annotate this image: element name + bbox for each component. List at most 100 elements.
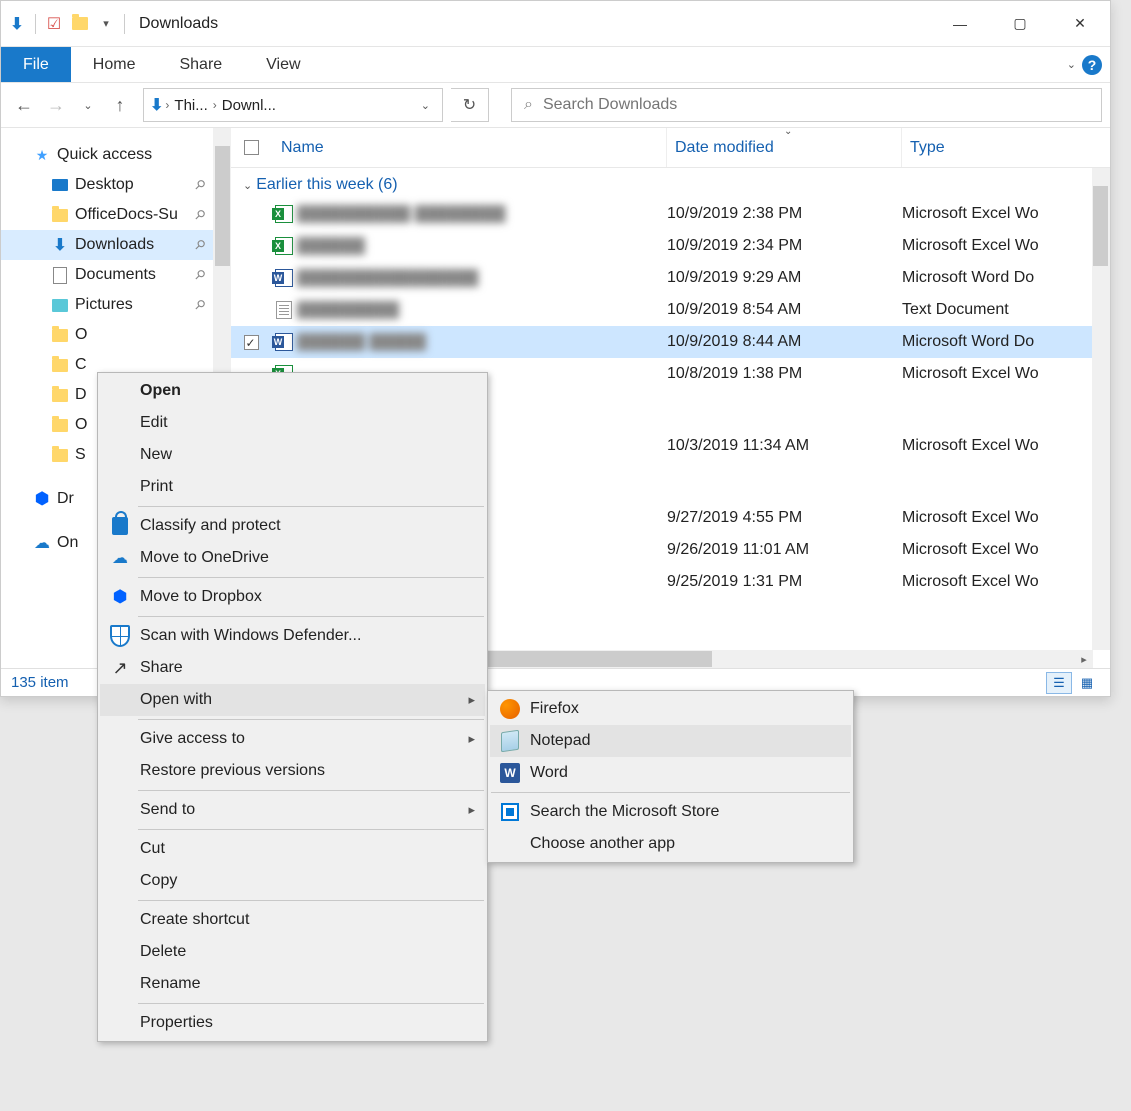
scroll-right-icon[interactable]: ▸ xyxy=(1075,650,1093,668)
tab-home[interactable]: Home xyxy=(71,47,158,82)
folder-icon xyxy=(51,446,69,464)
sort-indicator-icon: ⌄ xyxy=(784,126,792,137)
search-box[interactable]: ⌕ xyxy=(511,88,1102,122)
chevron-right-icon[interactable]: › xyxy=(211,98,219,112)
submenu-store[interactable]: Search the Microsoft Store xyxy=(490,796,851,828)
ctx-move-dropbox[interactable]: ⬢Move to Dropbox xyxy=(100,581,485,613)
sidebar-item-downloads[interactable]: ⬇ Downloads ⚲ xyxy=(1,230,231,260)
submenu-choose-app[interactable]: Choose another app xyxy=(490,828,851,860)
ctx-copy[interactable]: Copy xyxy=(100,865,485,897)
ribbon-expand-icon[interactable]: ⌄ xyxy=(1067,58,1076,71)
column-name[interactable]: Name xyxy=(271,139,666,157)
ctx-create-shortcut[interactable]: Create shortcut xyxy=(100,904,485,936)
sidebar-item-officedocs[interactable]: OfficeDocs-Su ⚲ xyxy=(1,200,231,230)
sidebar-label: Desktop xyxy=(75,176,134,194)
file-row[interactable]: ██████████ ████████10/9/2019 2:38 PMMicr… xyxy=(231,198,1110,230)
back-button[interactable]: ← xyxy=(13,95,35,116)
ctx-restore-versions[interactable]: Restore previous versions xyxy=(100,755,485,787)
file-row[interactable]: ██████10/9/2019 2:34 PMMicrosoft Excel W… xyxy=(231,230,1110,262)
firefox-icon xyxy=(499,698,521,720)
ctx-send-to[interactable]: Send to▸ xyxy=(100,794,485,826)
column-type[interactable]: Type xyxy=(901,128,1110,167)
select-all-checkbox[interactable] xyxy=(231,140,271,155)
file-name: ██████ █████ xyxy=(297,333,667,351)
chevron-right-icon: ▸ xyxy=(468,692,475,708)
sidebar-item-documents[interactable]: Documents ⚲ xyxy=(1,260,231,290)
scrollbar-thumb[interactable] xyxy=(215,146,230,266)
file-row[interactable]: ████████████████10/9/2019 9:29 AMMicroso… xyxy=(231,262,1110,294)
file-date: 10/9/2019 8:44 AM xyxy=(667,333,902,351)
file-type-icon xyxy=(271,205,297,223)
group-header[interactable]: ⌄ Earlier this week (6) xyxy=(231,168,1110,198)
ctx-scan-defender[interactable]: Scan with Windows Defender... xyxy=(100,620,485,652)
ctx-rename[interactable]: Rename xyxy=(100,968,485,1000)
minimize-button[interactable]: — xyxy=(930,1,990,47)
ribbon-tabs: File Home Share View ⌄ ? xyxy=(1,47,1110,83)
history-dropdown-icon[interactable]: ⌄ xyxy=(77,99,99,112)
breadcrumb-root[interactable]: Thi... xyxy=(171,97,210,114)
ctx-open-with[interactable]: Open with▸ xyxy=(100,684,485,716)
folder-icon xyxy=(51,356,69,374)
submenu-notepad[interactable]: Notepad xyxy=(490,725,851,757)
ctx-edit[interactable]: Edit xyxy=(100,407,485,439)
close-button[interactable]: ✕ xyxy=(1050,1,1110,47)
sidebar-item-desktop[interactable]: Desktop ⚲ xyxy=(1,170,231,200)
forward-button[interactable]: → xyxy=(45,95,67,116)
sidebar-label: Documents xyxy=(75,266,156,284)
sidebar-item-pictures[interactable]: Pictures ⚲ xyxy=(1,290,231,320)
window-title: Downloads xyxy=(133,15,218,33)
search-input[interactable] xyxy=(543,96,1089,114)
sidebar-label: OfficeDocs-Su xyxy=(75,206,178,224)
qat-properties-icon[interactable]: ☑ xyxy=(42,12,66,36)
qat-folder-icon[interactable] xyxy=(68,12,92,36)
tab-share[interactable]: Share xyxy=(157,47,244,82)
ctx-classify[interactable]: Classify and protect xyxy=(100,510,485,542)
file-date: 10/9/2019 9:29 AM xyxy=(667,269,902,287)
dropbox-icon: ⬢ xyxy=(109,586,131,608)
share-icon: ↗ xyxy=(109,657,131,679)
chevron-right-icon[interactable]: › xyxy=(163,98,171,112)
scrollbar-thumb[interactable] xyxy=(1093,186,1108,266)
maximize-button[interactable]: ▢ xyxy=(990,1,1050,47)
address-dropdown-icon[interactable]: ⌄ xyxy=(415,99,436,112)
context-menu: Open Edit New Print Classify and protect… xyxy=(97,372,488,1042)
ctx-share[interactable]: ↗Share xyxy=(100,652,485,684)
ctx-move-onedrive[interactable]: ☁Move to OneDrive xyxy=(100,542,485,574)
menu-separator xyxy=(138,1003,484,1004)
file-row[interactable]: ██████ █████10/9/2019 8:44 AMMicrosoft W… xyxy=(231,326,1110,358)
vertical-scrollbar[interactable] xyxy=(1092,168,1110,650)
column-headers: Name ⌄Date modified Type xyxy=(231,128,1110,168)
ctx-delete[interactable]: Delete xyxy=(100,936,485,968)
ctx-label: Give access to xyxy=(140,730,245,748)
sidebar-label: Dr xyxy=(57,490,74,508)
tab-file[interactable]: File xyxy=(1,47,71,82)
sidebar-label: Pictures xyxy=(75,296,133,314)
ctx-new[interactable]: New xyxy=(100,439,485,471)
file-date: 9/25/2019 1:31 PM xyxy=(667,573,902,591)
column-date[interactable]: ⌄Date modified xyxy=(666,128,901,167)
status-item-count: 135 item xyxy=(11,674,69,691)
sidebar-item[interactable]: O xyxy=(1,320,231,350)
refresh-button[interactable]: ↻ xyxy=(451,88,489,122)
help-icon[interactable]: ? xyxy=(1082,55,1102,75)
address-bar[interactable]: ⬇ › Thi... › Downl... ⌄ xyxy=(143,88,443,122)
breadcrumb-current[interactable]: Downl... xyxy=(219,97,279,114)
thumbnails-view-button[interactable]: ▦ xyxy=(1074,672,1100,694)
ctx-cut[interactable]: Cut xyxy=(100,833,485,865)
ctx-properties[interactable]: Properties xyxy=(100,1007,485,1039)
shield-icon xyxy=(109,625,131,647)
ctx-give-access[interactable]: Give access to▸ xyxy=(100,723,485,755)
separator xyxy=(35,14,36,34)
submenu-word[interactable]: WWord xyxy=(490,757,851,789)
sidebar-quick-access[interactable]: ★ Quick access xyxy=(1,140,231,170)
ctx-open[interactable]: Open xyxy=(100,375,485,407)
qat-dropdown-icon[interactable]: ▾ xyxy=(94,12,118,36)
ctx-print[interactable]: Print xyxy=(100,471,485,503)
tab-view[interactable]: View xyxy=(244,47,322,82)
details-view-button[interactable]: ☰ xyxy=(1046,672,1072,694)
row-checkbox[interactable] xyxy=(231,335,271,350)
separator xyxy=(124,14,125,34)
submenu-firefox[interactable]: Firefox xyxy=(490,693,851,725)
up-button[interactable]: ↑ xyxy=(109,95,131,116)
file-row[interactable]: █████████10/9/2019 8:54 AMText Document xyxy=(231,294,1110,326)
